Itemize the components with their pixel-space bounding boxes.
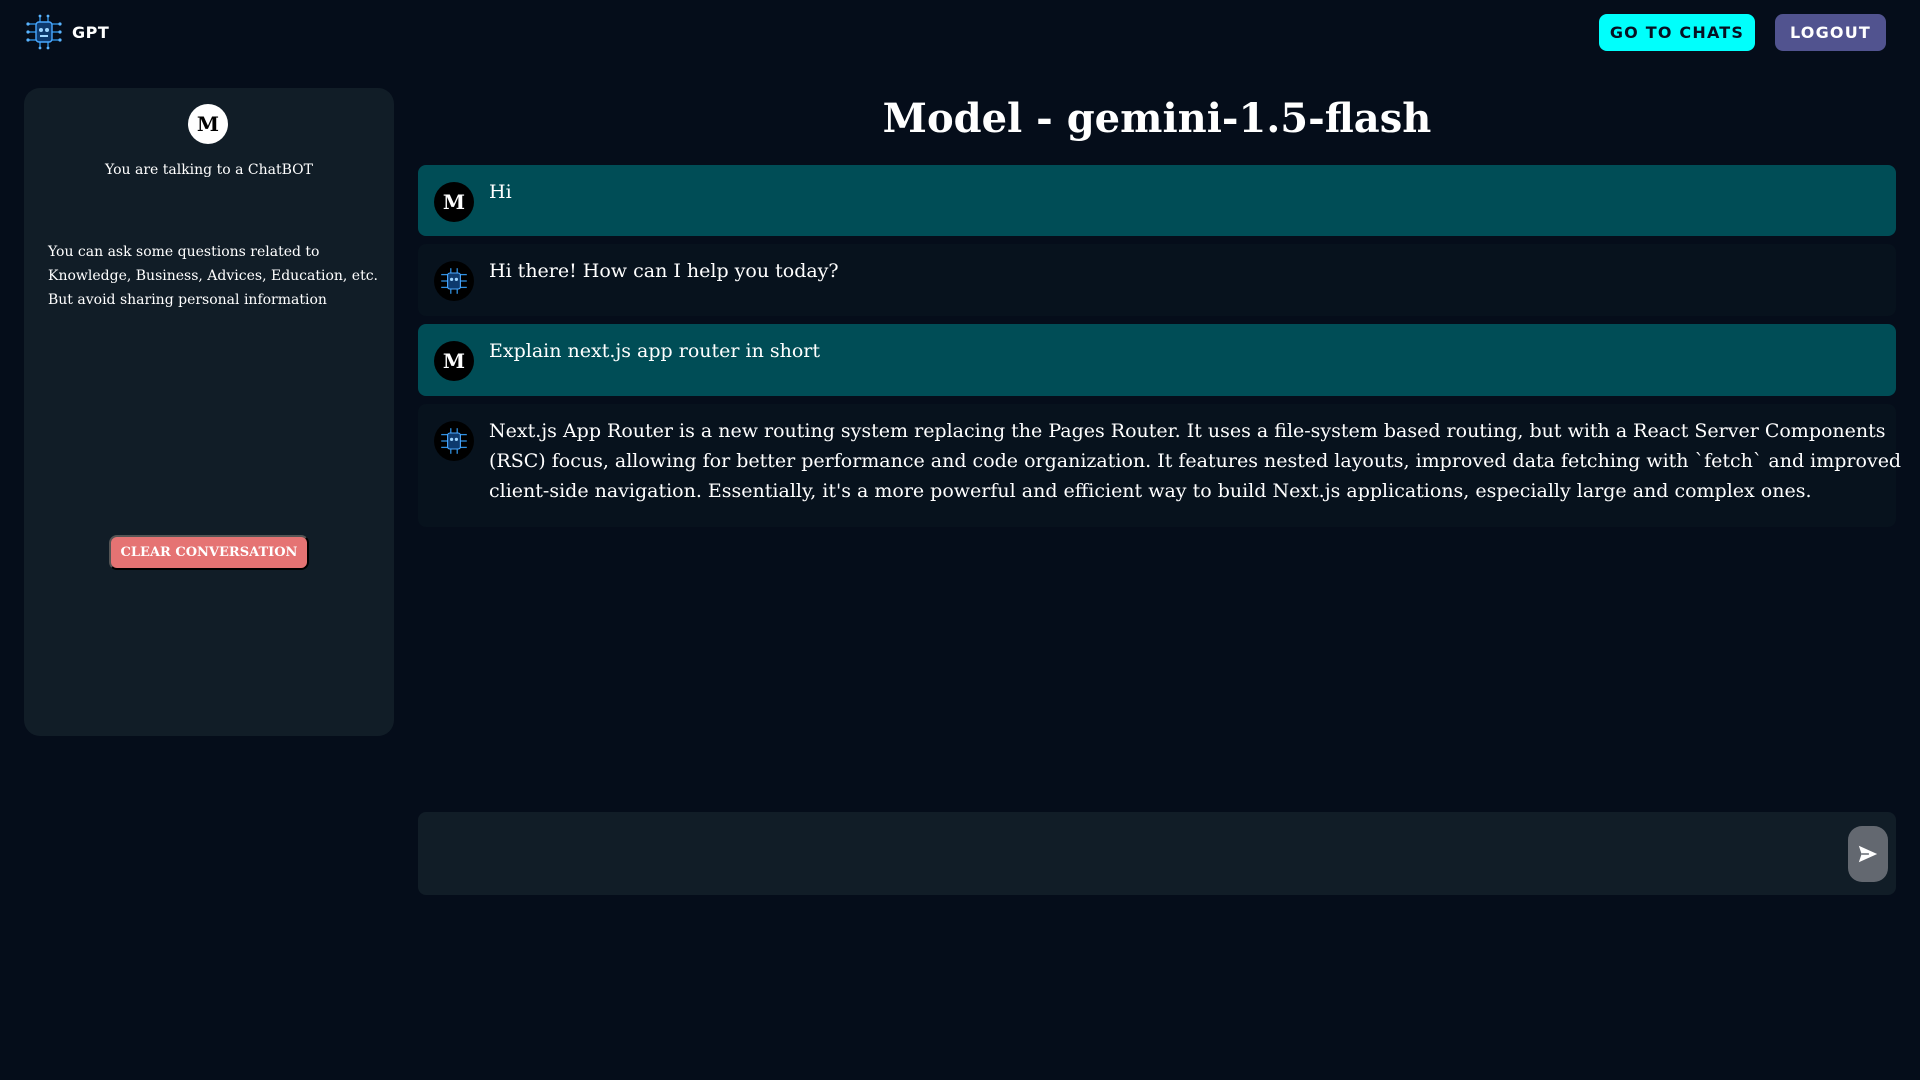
sidebar: M You are talking to a ChatBOT You can a… [24, 88, 394, 736]
message-line: Explain next.js app router in short [489, 340, 821, 362]
sidebar-info-line: Knowledge, Business, Advices, Education,… [48, 268, 379, 284]
chat-message-user: M Hi [418, 165, 1896, 236]
message-text: Explain next.js app router in short [489, 324, 820, 366]
brand[interactable]: GPT [24, 14, 109, 50]
clear-conversation-button[interactable]: CLEAR CONVERSATION [109, 535, 309, 570]
message-line: (RSC) focus, allowing for better perform… [489, 450, 1902, 472]
message-text: Hi there! How can I help you today? [489, 244, 839, 286]
message-line: client-side navigation. Essentially, it'… [489, 480, 1812, 502]
send-icon [1858, 845, 1878, 863]
page-title: Model - gemini-1.5-flash [882, 95, 1432, 142]
chat-message-user: M Explain next.js app router in short [418, 324, 1896, 396]
go-to-chats-button[interactable]: GO TO CHATS [1599, 14, 1755, 51]
chat-message-assistant: Next.js App Router is a new routing syst… [418, 404, 1901, 527]
robot-circuit-icon [26, 14, 62, 50]
sidebar-info: You can ask some questions related to Kn… [48, 240, 378, 312]
robot-circuit-icon [434, 261, 474, 301]
chat-message-assistant: Hi there! How can I help you today? [418, 244, 1896, 316]
send-button[interactable] [1848, 826, 1888, 882]
top-nav: GPT GO TO CHATS LOGOUT [0, 0, 1920, 66]
sidebar-subtitle: You are talking to a ChatBOT [105, 162, 313, 178]
message-line: Hi [489, 181, 512, 203]
user-avatar: M [188, 104, 228, 144]
chat-input[interactable] [434, 826, 1814, 881]
message-text: Hi [489, 165, 512, 207]
message-line: Next.js App Router is a new routing syst… [489, 420, 1886, 442]
brand-name: GPT [72, 22, 110, 42]
logout-button[interactable]: LOGOUT [1775, 14, 1886, 51]
chat-input-bar [418, 812, 1896, 895]
user-avatar: M [434, 341, 474, 381]
sidebar-info-line: You can ask some questions related to [48, 244, 320, 260]
message-line: Hi there! How can I help you today? [489, 260, 839, 282]
message-text: Next.js App Router is a new routing syst… [489, 404, 1901, 506]
robot-circuit-icon [434, 421, 474, 461]
user-avatar: M [434, 182, 474, 222]
sidebar-info-line: But avoid sharing personal information [48, 292, 327, 308]
